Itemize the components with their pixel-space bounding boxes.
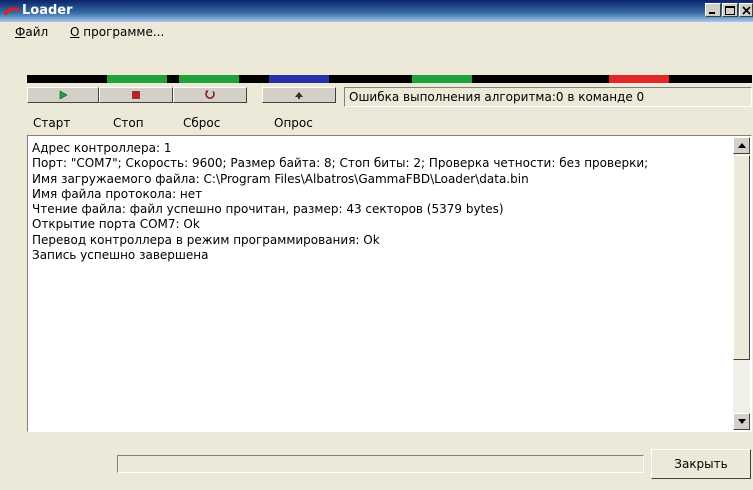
status-message-field: Ошибка выполнения алгоритма:0 в команде … [344,87,752,107]
log-line: Запись успешно завершена [32,248,209,263]
indicator-red [609,75,669,83]
scroll-down-button[interactable] [733,413,750,430]
window-title: Loader [22,3,73,18]
close-button[interactable]: Закрыть [651,449,751,479]
vertical-scrollbar[interactable] [733,137,750,430]
indicator-green-2 [179,75,239,83]
reset-button[interactable] [173,87,247,103]
scroll-up-button[interactable] [733,137,750,154]
menu-bar: Файл О программе... [0,22,753,42]
close-icon [742,6,751,15]
log-line: Перевод контроллера в режим программиров… [32,232,380,247]
arrow-up-icon [738,143,746,148]
log-output[interactable]: Адрес контроллера: 1 Порт: "COM7"; Скоро… [27,135,752,432]
minimize-icon [709,12,715,14]
minimize-button[interactable] [705,3,721,17]
title-bar[interactable]: Loader [0,0,753,22]
reset-label: Сброс [183,116,221,130]
log-line: Имя загружаемого файла: C:\Program Files… [32,171,529,186]
indicator-blue [269,75,329,83]
indicator-green-3 [412,75,472,83]
stop-button[interactable] [99,87,173,103]
progress-bar [117,455,644,473]
log-text-area: Адрес контроллера: 1 Порт: "COM7"; Скоро… [32,141,729,429]
start-button[interactable] [27,87,99,103]
play-icon [59,90,68,100]
poll-icon [295,92,303,99]
maximize-icon [725,6,735,15]
maximize-button[interactable] [722,3,738,17]
log-line: Открытие порта COM7: Ok [32,217,200,232]
log-line: Чтение файла: файл успешно прочитан, раз… [32,202,504,217]
status-indicator-strip [27,75,752,83]
red-arc-icon [4,7,20,16]
arrow-down-icon [738,419,746,424]
poll-label: Опрос [274,116,313,130]
menu-file[interactable]: Файл [15,25,48,39]
start-label: Старт [33,116,71,130]
poll-button[interactable] [262,87,336,103]
scroll-thumb[interactable] [733,155,750,360]
reset-icon [205,90,215,99]
log-line: Порт: "COM7"; Скорость: 9600; Размер бай… [32,156,649,171]
log-line: Имя файла протокола: нет [32,186,203,201]
close-window-button[interactable] [739,3,753,17]
stop-label: Стоп [113,116,144,130]
menu-about[interactable]: О программе... [70,25,164,39]
log-line: Адрес контроллера: 1 [32,141,172,155]
stop-icon [132,91,140,99]
indicator-green-1 [107,75,167,83]
